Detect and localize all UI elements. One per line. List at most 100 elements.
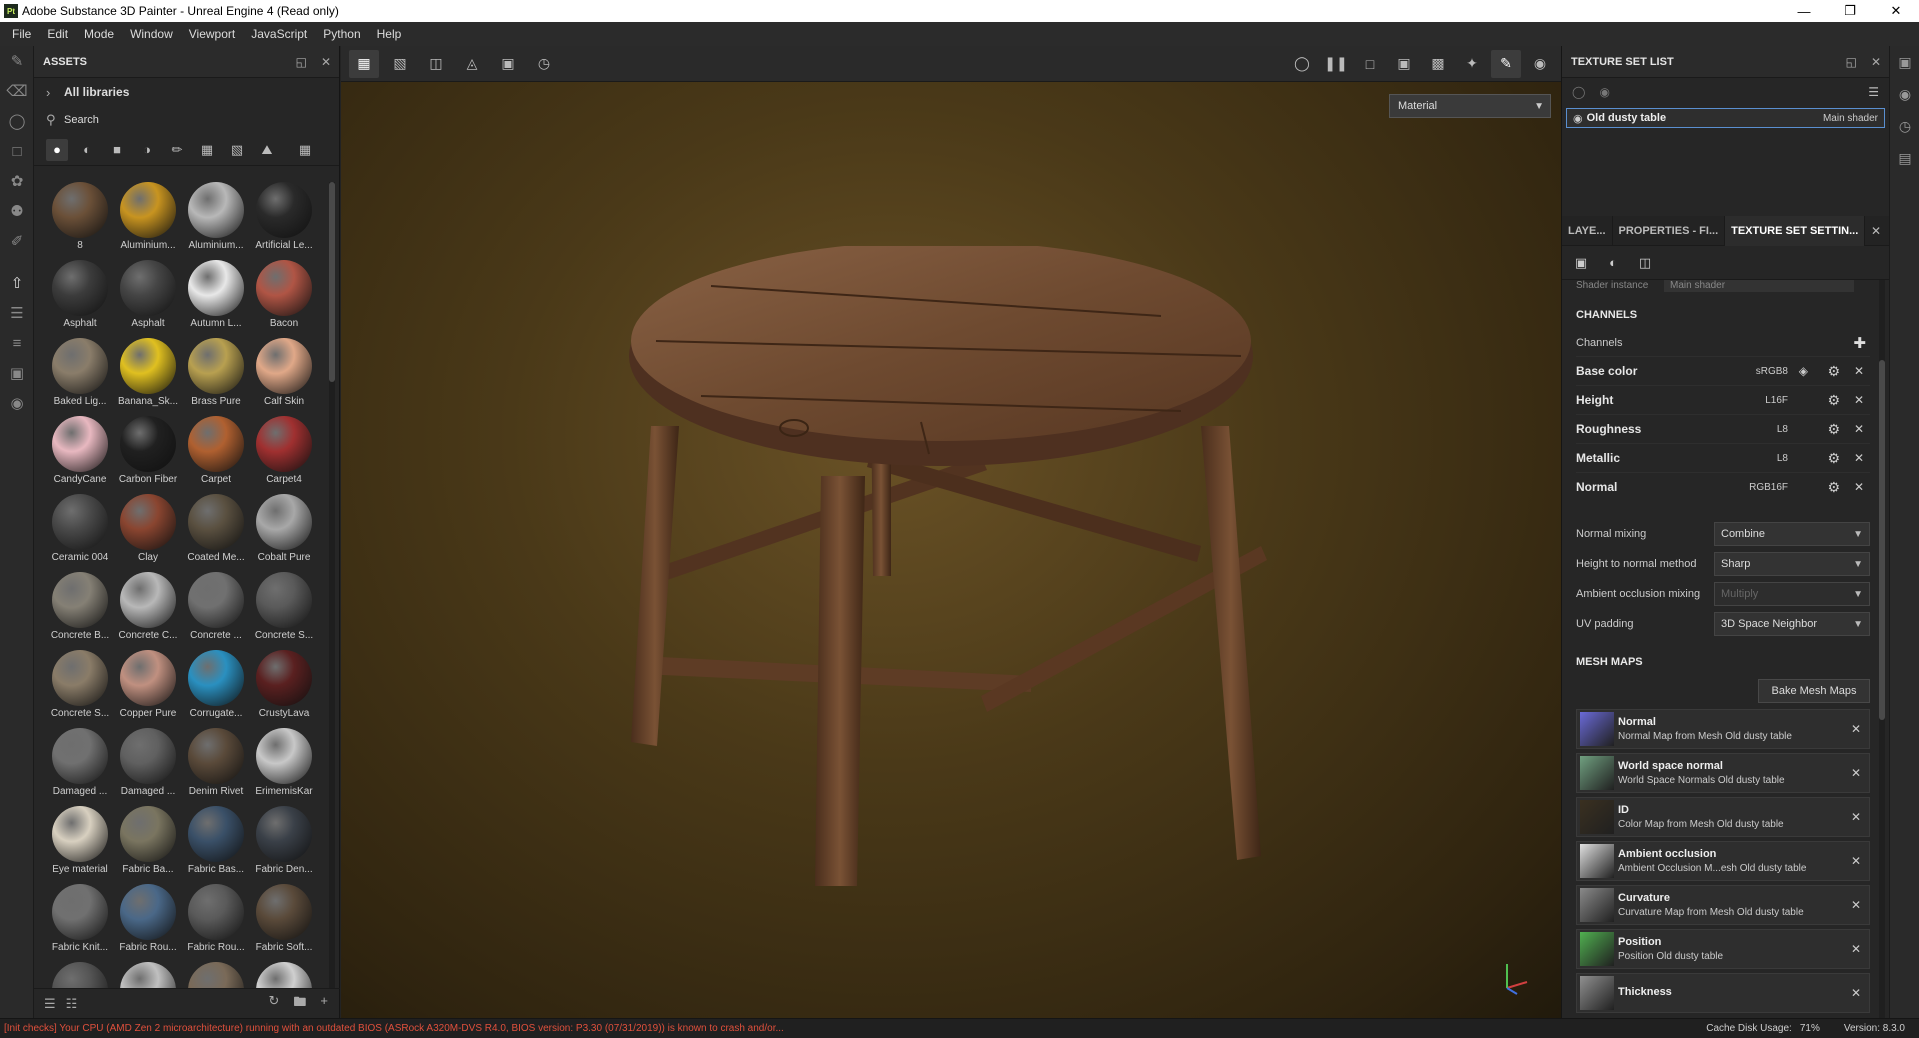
asset-item[interactable]: Concrete ... <box>182 572 250 642</box>
remove-mesh-map-icon[interactable]: ✕ <box>1851 722 1861 736</box>
mesh-map-thumbnail[interactable] <box>1580 712 1614 746</box>
pause-icon[interactable]: ❚❚ <box>1321 50 1351 78</box>
shelf-icon[interactable]: ☰ <box>0 298 34 328</box>
asset-item[interactable]: Corrugate... <box>182 650 250 720</box>
asset-item[interactable] <box>46 962 114 988</box>
list-view-icon[interactable]: ☰ <box>44 996 56 1012</box>
log-icon[interactable]: ▤ <box>1890 142 1919 174</box>
viewport-mode-dropdown[interactable]: Material ▼ <box>1389 94 1551 118</box>
geometry-mask-icon[interactable]: □ <box>0 136 34 166</box>
status-warning[interactable]: [Init checks] Your CPU (AMD Zen 2 microa… <box>4 1023 1404 1034</box>
remove-mesh-map-icon[interactable]: ✕ <box>1851 854 1861 868</box>
channel-format[interactable]: L8 <box>1777 453 1788 464</box>
maximize-button[interactable]: ❐ <box>1827 0 1873 22</box>
mesh-map-thumbnail[interactable] <box>1580 844 1614 878</box>
gear-icon[interactable]: ⚙ <box>1827 363 1840 380</box>
refresh-icon[interactable]: ↻ <box>268 993 279 1015</box>
asset-item[interactable]: Clay <box>114 494 182 564</box>
remove-channel-icon[interactable]: ✕ <box>1854 422 1864 436</box>
folder-icon[interactable]: 🖿 <box>293 993 306 1015</box>
asset-item[interactable]: Copper Pure <box>114 650 182 720</box>
shader-instance-dropdown[interactable]: Main shader <box>1664 280 1854 292</box>
mirror-y-icon[interactable]: ◬ <box>457 50 487 78</box>
asset-item[interactable]: Fabric Rou... <box>182 884 250 954</box>
gear-icon[interactable]: ⚙ <box>1827 450 1840 467</box>
frame-icon[interactable]: ▣ <box>493 50 523 78</box>
channel-row[interactable]: Roughness L8 ⚙ ✕ <box>1576 414 1870 443</box>
render-icon[interactable]: ✦ <box>1457 50 1487 78</box>
asset-item[interactable]: Fabric Rou... <box>114 884 182 954</box>
asset-item[interactable]: Baked Lig... <box>46 338 114 408</box>
asset-item[interactable]: Ceramic 004 <box>46 494 114 564</box>
asset-item[interactable]: ErimemisKar <box>250 728 318 798</box>
menu-mode[interactable]: Mode <box>76 27 122 41</box>
texture-set-shader[interactable]: Main shader <box>1823 113 1878 124</box>
menu-icon[interactable]: ☰ <box>1868 85 1879 99</box>
setting-dropdown[interactable]: Combine ▼ <box>1714 522 1870 546</box>
particles-filter-icon[interactable]: ▦ <box>196 139 218 161</box>
menu-help[interactable]: Help <box>369 27 410 41</box>
settings-scrollbar[interactable] <box>1879 280 1885 1018</box>
camera-icon[interactable]: ▩ <box>1423 50 1453 78</box>
asset-item[interactable]: 8 <box>46 182 114 252</box>
mesh-map-thumbnail[interactable] <box>1580 756 1614 790</box>
eye-icon[interactable]: ◉ <box>1599 85 1609 99</box>
menu-python[interactable]: Python <box>315 27 368 41</box>
mesh-map-item[interactable]: Ambient occlusion Ambient Occlusion M...e… <box>1576 841 1870 881</box>
remove-mesh-map-icon[interactable]: ✕ <box>1851 942 1861 956</box>
asset-item[interactable]: Concrete S... <box>250 572 318 642</box>
asset-item[interactable]: Fabric Knit... <box>46 884 114 954</box>
asset-item[interactable]: Aluminium... <box>182 182 250 252</box>
hide-icon[interactable]: ◯ <box>1572 85 1585 99</box>
symmetry-grid-icon[interactable]: ▦ <box>349 49 379 78</box>
remove-mesh-map-icon[interactable]: ✕ <box>1851 898 1861 912</box>
channel-format[interactable]: RGB16F <box>1749 482 1788 493</box>
menu-window[interactable]: Window <box>122 27 181 41</box>
channel-row[interactable]: Height L16F ⚙ ✕ <box>1576 385 1870 414</box>
close-tab-icon[interactable]: ✕ <box>1871 224 1881 238</box>
float-panel-icon[interactable]: ◱ <box>1846 55 1857 69</box>
setting-dropdown[interactable]: Sharp ▼ <box>1714 552 1870 576</box>
minimize-button[interactable]: — <box>1781 0 1827 22</box>
search-input[interactable]: Search <box>64 114 99 126</box>
clone-icon[interactable]: ⚉ <box>0 196 34 226</box>
paint-mode-icon[interactable]: ✎ <box>1491 49 1521 78</box>
asset-item[interactable]: Carpet4 <box>250 416 318 486</box>
mesh-map-thumbnail[interactable] <box>1580 976 1614 1010</box>
asset-item[interactable]: Damaged ... <box>46 728 114 798</box>
projection-icon[interactable]: ◯ <box>0 106 34 136</box>
asset-item[interactable] <box>250 962 318 988</box>
gear-icon[interactable]: ⚙ <box>1827 479 1840 496</box>
screenshot-icon[interactable]: ◉ <box>1525 50 1555 78</box>
smudge-icon[interactable]: ✿ <box>0 166 34 196</box>
history-icon[interactable]: ◷ <box>529 50 559 78</box>
3d-view-icon[interactable]: ▣ <box>1389 50 1419 78</box>
display-settings-icon[interactable]: ◉ <box>1890 78 1919 110</box>
filter-options-icon[interactable]: ☷ <box>66 996 78 1012</box>
channel-format[interactable]: L16F <box>1765 395 1788 406</box>
uv-icon[interactable]: ◫ <box>1634 252 1656 274</box>
asset-item[interactable]: Fabric Bas... <box>182 806 250 876</box>
2d-view-icon[interactable]: □ <box>1355 50 1385 78</box>
asset-item[interactable]: Fabric Soft... <box>250 884 318 954</box>
tab-texture-set-settings[interactable]: TEXTURE SET SETTIN... <box>1725 215 1866 246</box>
display-settings-icon[interactable]: ▣ <box>0 358 34 388</box>
mesh-map-thumbnail[interactable] <box>1580 800 1614 834</box>
mesh-map-thumbnail[interactable] <box>1580 888 1614 922</box>
channel-row[interactable]: Normal RGB16F ⚙ ✕ <box>1576 472 1870 501</box>
asset-item[interactable] <box>114 962 182 988</box>
close-window-button[interactable]: ✕ <box>1873 0 1919 22</box>
setting-dropdown[interactable]: Multiply ▼ <box>1714 582 1870 606</box>
assets-search-row[interactable]: ⚲ Search <box>34 106 339 134</box>
baking-icon[interactable]: ◉ <box>0 388 34 418</box>
texture-set-icon[interactable]: ▣ <box>1570 252 1592 274</box>
mesh-map-item[interactable]: Thickness ✕ <box>1576 973 1870 1013</box>
color-profile-icon[interactable]: ◈ <box>1799 364 1808 378</box>
asset-item[interactable]: Banana_Sk... <box>114 338 182 408</box>
mesh-map-item[interactable]: World space normal World Space Normals Ol… <box>1576 753 1870 793</box>
environments-filter-icon[interactable]: ⛰ <box>256 139 278 161</box>
asset-item[interactable]: Calf Skin <box>250 338 318 408</box>
asset-item[interactable]: Denim Rivet <box>182 728 250 798</box>
mesh-map-thumbnail[interactable] <box>1580 932 1614 966</box>
hide-uv-icon[interactable]: ◯ <box>1287 50 1317 78</box>
